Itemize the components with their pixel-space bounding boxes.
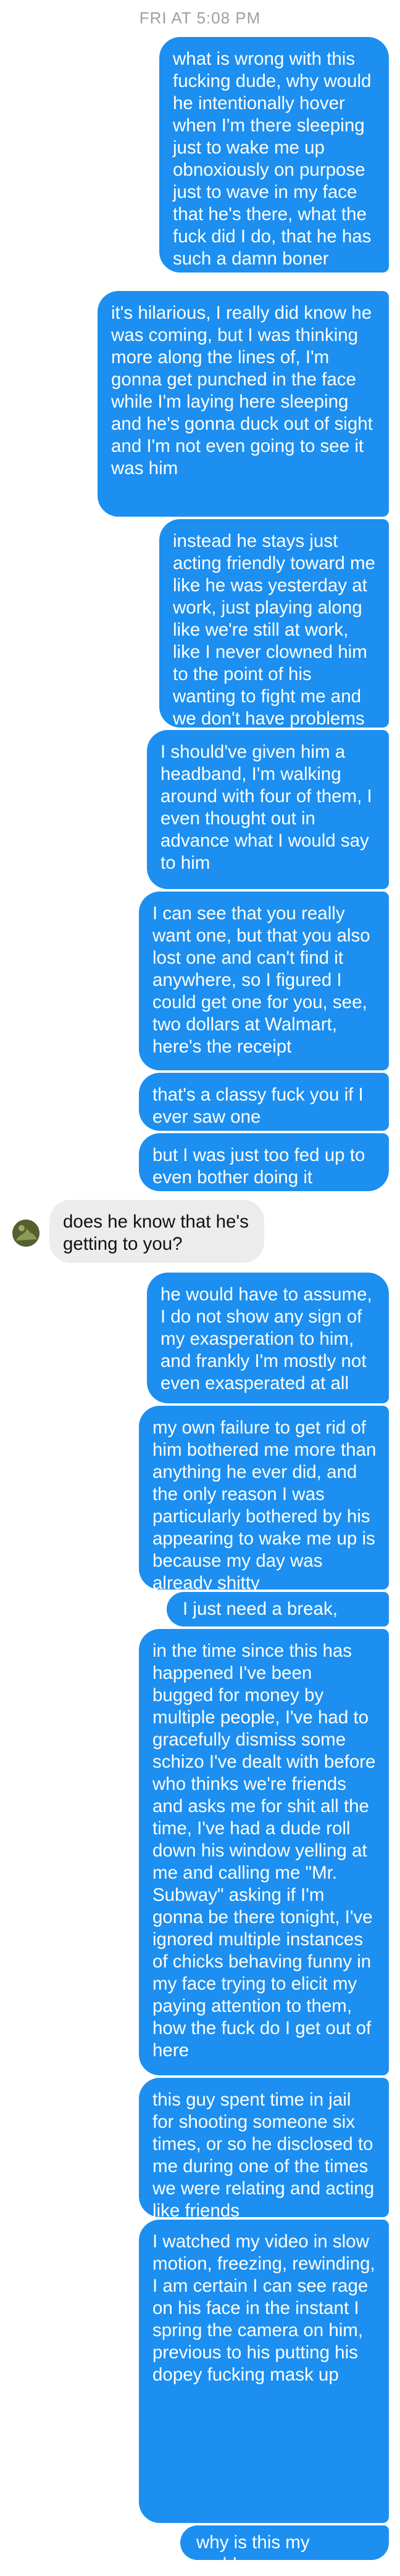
avatar-icon: [12, 1220, 40, 1247]
message-bubble-sent[interactable]: I should've given him a headband, I'm wa…: [147, 730, 389, 889]
avatar[interactable]: [12, 1220, 40, 1247]
message-bubble-sent[interactable]: what is wrong with this fucking dude, wh…: [159, 37, 389, 273]
message-bubble-sent[interactable]: this guy spent time in jail for shooting…: [139, 2078, 389, 2221]
message-bubble-sent[interactable]: why is this my problem: [180, 2525, 389, 2575]
message-bubble-sent[interactable]: I watched my video in slow motion, freez…: [139, 2220, 389, 2523]
message-bubble-sent[interactable]: I just need a break, man: [167, 1592, 389, 1641]
message-bubble-sent[interactable]: he would have to assume, I do not show a…: [147, 1273, 389, 1403]
message-bubble-received[interactable]: does he know that he's getting to you?: [49, 1200, 264, 1263]
message-bubble-sent[interactable]: it's hilarious, I really did know he was…: [98, 291, 389, 517]
timestamp: FRI AT 5:08 PM: [139, 9, 261, 27]
message-bubble-sent[interactable]: my own failure to get rid of him bothere…: [139, 1406, 389, 1593]
message-bubble-sent[interactable]: instead he stays just acting friendly to…: [159, 519, 389, 729]
message-bubble-sent[interactable]: but I was just too fed up to even bother…: [139, 1133, 389, 1191]
message-bubble-sent[interactable]: that's a classy fuck you if I ever saw o…: [139, 1073, 389, 1131]
message-bubble-sent[interactable]: I can see that you really want one, but …: [139, 892, 389, 1070]
message-bubble-sent[interactable]: in the time since this has happened I've…: [139, 1629, 389, 2075]
message-thread: FRI AT 5:08 PM what is wrong with this f…: [0, 0, 400, 2575]
